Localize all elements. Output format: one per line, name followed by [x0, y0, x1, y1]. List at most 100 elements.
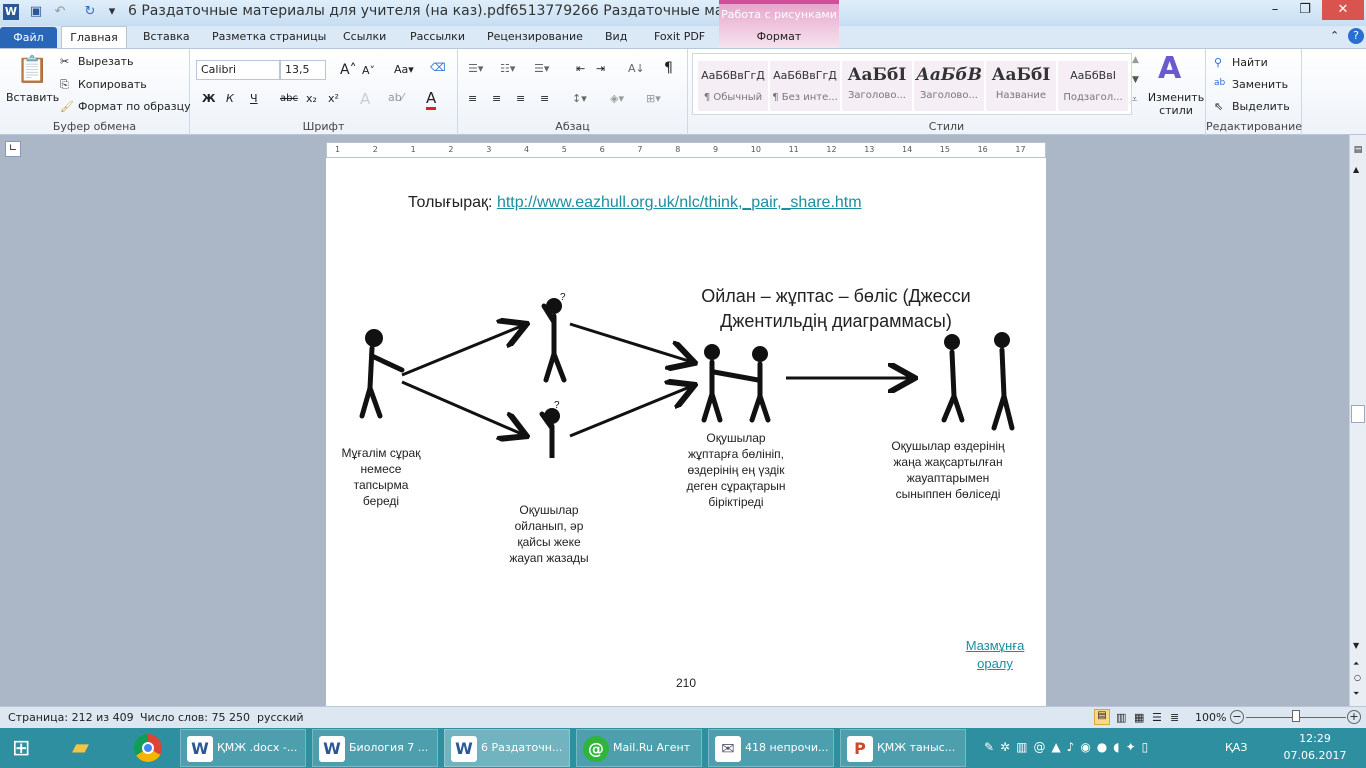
- undo-icon[interactable]: ↶: [52, 4, 68, 20]
- help-icon[interactable]: ?: [1348, 28, 1364, 44]
- system-tray-icons[interactable]: ✎✲▥@▲♪◉●◖✦▯: [984, 740, 1154, 754]
- horizontal-ruler[interactable]: 1 2 1 2 3 4 5 6 7 8 9 10 11 12 13 14 15 16 17: [326, 142, 1046, 158]
- grow-font-icon[interactable]: A˄: [340, 62, 357, 78]
- full-screen-reading-icon[interactable]: ▥: [1116, 711, 1126, 724]
- underline-button[interactable]: Ч: [250, 92, 258, 105]
- draft-icon[interactable]: ≣: [1170, 711, 1179, 724]
- document-page[interactable]: Толығырақ: http://www.eazhull.org.uk/nlc…: [326, 158, 1046, 706]
- paste-button[interactable]: Вставить: [6, 91, 59, 104]
- style-subtitle[interactable]: АаБбВвІ Подзагол...: [1058, 61, 1128, 111]
- pilcrow-icon[interactable]: ¶: [664, 60, 673, 76]
- gallery-scroll-up-icon[interactable]: ▲: [1132, 55, 1139, 65]
- style-heading-2[interactable]: АаБбВ Заголово...: [914, 61, 984, 111]
- save-icon[interactable]: ▣: [28, 4, 44, 20]
- cut-button[interactable]: Вырезать: [78, 55, 133, 68]
- taskbar-item-powerpoint[interactable]: P ҚМЖ таныс...: [840, 729, 966, 767]
- replace-button[interactable]: Заменить: [1232, 78, 1288, 91]
- ruler-toggle-icon[interactable]: ▤: [1351, 145, 1365, 159]
- align-center-icon[interactable]: ≡: [492, 92, 501, 105]
- zoom-level[interactable]: 100%: [1195, 711, 1226, 724]
- text-effects-icon[interactable]: A: [360, 90, 370, 108]
- style-normal[interactable]: АаБбВвГгД ¶ Обычный: [698, 61, 768, 111]
- minimize-ribbon-icon[interactable]: ⌃: [1330, 29, 1339, 42]
- chrome-icon[interactable]: [134, 734, 162, 762]
- word-count[interactable]: Число слов: 75 250: [140, 711, 250, 724]
- line-spacing-icon[interactable]: ↕▾: [572, 92, 587, 105]
- outline-icon[interactable]: ☰: [1152, 711, 1162, 724]
- tab-review[interactable]: Рецензирование: [487, 30, 583, 43]
- tab-home[interactable]: Главная: [61, 26, 127, 49]
- italic-button[interactable]: К: [226, 92, 234, 105]
- tab-references[interactable]: Ссылки: [343, 30, 386, 43]
- previous-page-icon[interactable]: ⏶: [1353, 659, 1359, 669]
- strikethrough-icon[interactable]: abc: [280, 93, 298, 104]
- minimize-button[interactable]: –: [1260, 0, 1290, 20]
- sort-icon[interactable]: A↓: [628, 62, 645, 75]
- tab-format[interactable]: Формат: [719, 30, 839, 43]
- align-left-icon[interactable]: ≡: [468, 92, 477, 105]
- subscript-icon[interactable]: x₂: [306, 92, 317, 105]
- redo-icon[interactable]: ↻: [82, 4, 98, 20]
- print-layout-icon[interactable]: ▤: [1094, 709, 1110, 725]
- bullets-icon[interactable]: ☰▾: [468, 62, 483, 75]
- scroll-up-icon[interactable]: ▲: [1353, 165, 1359, 174]
- taskbar-item-mailru-agent[interactable]: @ Mail.Ru Агент: [576, 729, 702, 767]
- page-count[interactable]: Страница: 212 из 409: [8, 711, 134, 724]
- highlight-icon[interactable]: ab⁄: [388, 91, 404, 104]
- close-button[interactable]: ✕: [1322, 0, 1364, 20]
- borders-icon[interactable]: ⊞▾: [646, 92, 661, 105]
- tab-selector[interactable]: ∟: [5, 141, 21, 157]
- gallery-more-icon[interactable]: ⩡: [1132, 95, 1137, 105]
- copy-button[interactable]: Копировать: [78, 78, 147, 91]
- tab-insert[interactable]: Вставка: [143, 30, 190, 43]
- style-heading-1[interactable]: АаБбІ Заголово...: [842, 61, 912, 111]
- bold-button[interactable]: Ж: [202, 92, 215, 105]
- style-no-spacing[interactable]: АаБбВвГгД ¶ Без инте...: [770, 61, 840, 111]
- zoom-in-button[interactable]: +: [1347, 710, 1361, 724]
- restore-button[interactable]: ❐: [1290, 0, 1320, 20]
- taskbar-item-word-active[interactable]: W6 Раздаточн...: [444, 729, 570, 767]
- taskbar-item-word-biology[interactable]: W Биология 7 ...: [312, 729, 438, 767]
- decrease-indent-icon[interactable]: ⇤: [576, 62, 585, 75]
- web-layout-icon[interactable]: ▦: [1134, 711, 1144, 724]
- tab-page-layout[interactable]: Разметка страницы: [212, 30, 326, 43]
- next-page-icon[interactable]: ⏷: [1353, 689, 1359, 699]
- align-right-icon[interactable]: ≡: [516, 92, 525, 105]
- scroll-thumb[interactable]: [1351, 405, 1365, 423]
- tab-file[interactable]: Файл: [0, 27, 57, 48]
- clear-format-icon[interactable]: ⌫: [430, 61, 446, 74]
- gallery-scroll-down-icon[interactable]: ▼: [1132, 75, 1139, 85]
- scroll-down-icon[interactable]: ▼: [1353, 641, 1359, 650]
- taskbar-item-mail[interactable]: ✉ 418 непрочи...: [708, 729, 834, 767]
- browse-object-icon[interactable]: ○: [1354, 673, 1361, 682]
- clock-time[interactable]: 12:29: [1280, 732, 1350, 745]
- shrink-font-icon[interactable]: A˅: [362, 64, 375, 77]
- superscript-icon[interactable]: x²: [328, 92, 339, 105]
- find-button[interactable]: Найти: [1232, 56, 1268, 69]
- increase-indent-icon[interactable]: ⇥: [596, 62, 605, 75]
- word-app-icon[interactable]: W: [3, 4, 19, 20]
- change-styles-button[interactable]: Изменить стили: [1146, 91, 1206, 117]
- tab-view[interactable]: Вид: [605, 30, 627, 43]
- change-case-icon[interactable]: Aa▾: [394, 63, 414, 76]
- customize-toolbar-icon[interactable]: ▾: [104, 4, 120, 20]
- font-name-select[interactable]: Calibri: [196, 60, 280, 80]
- file-explorer-icon[interactable]: ▰: [72, 735, 89, 760]
- numbering-icon[interactable]: ☷▾: [500, 62, 515, 75]
- clock-date[interactable]: 07.06.2017: [1280, 749, 1350, 762]
- shading-icon[interactable]: ◈▾: [610, 92, 624, 105]
- language[interactable]: русский: [257, 711, 304, 724]
- multilevel-list-icon[interactable]: ☰▾: [534, 62, 549, 75]
- format-painter-button[interactable]: Формат по образцу: [78, 100, 191, 113]
- vertical-scrollbar[interactable]: ▤ ▲ ▼ ⏶ ○ ⏷: [1349, 135, 1366, 706]
- input-language[interactable]: ҚАЗ: [1225, 741, 1247, 754]
- zoom-slider-thumb[interactable]: [1292, 710, 1300, 722]
- font-color-icon[interactable]: A: [426, 89, 437, 110]
- tab-foxit-pdf[interactable]: Foxit PDF: [654, 30, 705, 43]
- font-size-select[interactable]: 13,5: [280, 60, 326, 80]
- tab-mailings[interactable]: Рассылки: [410, 30, 465, 43]
- zoom-out-button[interactable]: −: [1230, 710, 1244, 724]
- start-button[interactable]: ⊞: [12, 736, 30, 761]
- back-to-contents-link[interactable]: Мазмұнға оралу: [959, 637, 1031, 673]
- select-button[interactable]: Выделить: [1232, 100, 1290, 113]
